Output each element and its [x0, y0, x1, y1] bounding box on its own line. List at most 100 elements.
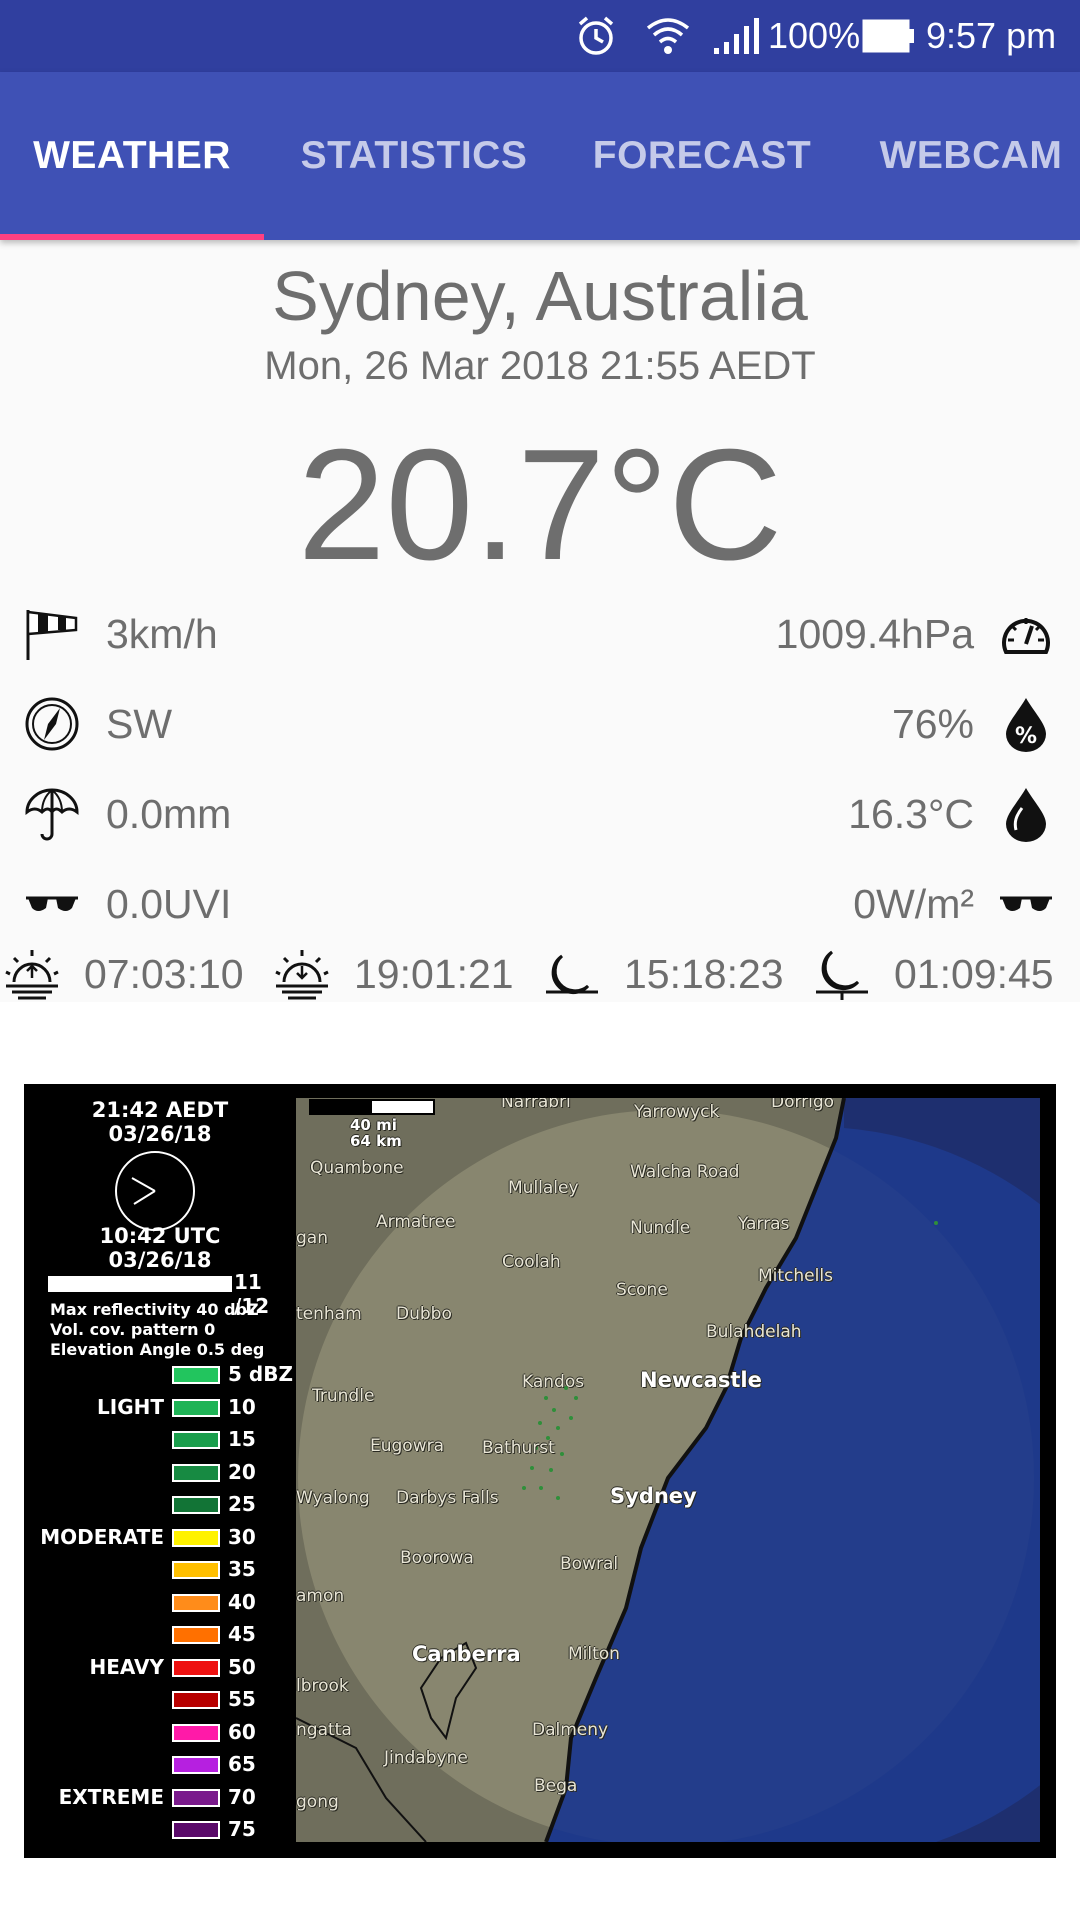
moonrise-time: 15:18:23	[624, 951, 784, 997]
legend-value: 30	[228, 1524, 256, 1549]
legend-swatch	[172, 1431, 220, 1449]
radar-utc-date: 03/26/18	[108, 1248, 212, 1272]
tab-weather[interactable]: WEATHER	[0, 72, 264, 240]
legend-value: 5 dBZ	[228, 1362, 293, 1386]
tab-statistics[interactable]: STATISTICS	[284, 72, 544, 240]
legend-swatch	[172, 1626, 220, 1644]
sunglasses-icon	[1000, 896, 1052, 911]
radar-vol-cov: Vol. cov. pattern 0	[50, 1320, 216, 1339]
radar-local-date: 03/26/18	[108, 1122, 212, 1146]
sunrise-time: 07:03:10	[84, 951, 244, 997]
map-place-label: Narrabri	[501, 1098, 571, 1112]
radar-frame-bar	[48, 1276, 232, 1292]
map-place-label: Mitchells	[758, 1266, 833, 1286]
map-place-label: Bulahdelah	[706, 1322, 802, 1342]
radar-clock-icon	[115, 1151, 195, 1231]
map-place-label: ngatta	[296, 1720, 352, 1740]
map-place-label: Eugowra	[370, 1436, 445, 1456]
map-place-label: Quambone	[310, 1158, 404, 1178]
moonset-icon	[816, 950, 868, 1000]
umbrella-icon	[25, 788, 79, 841]
radar-elevation: Elevation Angle 0.5 deg	[50, 1340, 265, 1359]
tab-indicator	[0, 234, 264, 240]
windsock-icon	[26, 610, 78, 660]
radar-image[interactable]: 21:42 AEDT 03/26/18 10:42 UTC 03/26/18 1…	[24, 1084, 1056, 1858]
temperature: 20.7°C	[297, 417, 783, 593]
radar-max-reflectivity: Max reflectivity 40 dbZ	[50, 1300, 259, 1319]
map-place-label: Boorowa	[400, 1548, 474, 1568]
dew-drop-icon	[1006, 788, 1046, 842]
legend-value: 40	[228, 1589, 256, 1614]
radar-map-graphic	[296, 1098, 1040, 1842]
map-place-label: gong	[296, 1792, 339, 1812]
legend-swatch	[172, 1496, 220, 1514]
legend-value: 35	[228, 1557, 256, 1581]
compass-icon	[25, 697, 79, 751]
legend-swatch	[172, 1528, 220, 1547]
status-bar: 100% 9:57 pm	[0, 0, 1080, 72]
radar-utc-time: 10:42 UTC	[99, 1224, 221, 1248]
legend-category: HEAVY	[89, 1654, 164, 1679]
row-uv-solar: 0.0UVI 0W/m²	[0, 864, 1080, 944]
map-place-label: Jindabyne	[384, 1748, 468, 1768]
signal-icon	[712, 0, 760, 72]
sunglasses-icon	[26, 896, 78, 911]
map-place-label: Yarras	[738, 1214, 790, 1234]
radar-legend: 21:42 AEDT 03/26/18 10:42 UTC 03/26/18 1…	[24, 1084, 296, 1858]
tab-forecast[interactable]: FORECAST	[576, 72, 828, 240]
map-place-label: Mullaley	[508, 1178, 579, 1198]
legend-swatch	[172, 1561, 220, 1579]
sun-moon-row: 07:03:10 19:01:21 15:18:23 01:09:45	[0, 946, 1080, 1002]
humidity-drop-icon: %	[1006, 698, 1046, 752]
gauge-icon	[1002, 618, 1050, 654]
radar-local-time: 21:42 AEDT	[91, 1098, 229, 1122]
uv-index: 0.0UVI	[106, 881, 232, 927]
svg-text:%: %	[1015, 724, 1037, 749]
map-place-label: Bega	[534, 1776, 578, 1796]
map-place-label: Sydney	[610, 1484, 697, 1508]
tab-webcam[interactable]: WEBCAM	[862, 72, 1080, 240]
map-place-label: tenham	[296, 1304, 362, 1324]
legend-swatch	[172, 1366, 220, 1384]
map-place-label: Dubbo	[396, 1304, 452, 1324]
map-place-label: amon	[296, 1586, 345, 1606]
map-place-label: Dorrigo	[771, 1098, 835, 1112]
map-place-label: Newcastle	[640, 1368, 762, 1392]
legend-category: LIGHT	[97, 1394, 164, 1419]
legend-swatch	[172, 1691, 220, 1709]
legend-value: 55	[228, 1687, 256, 1711]
map-place-label: Darbys Falls	[396, 1488, 499, 1508]
weather-panel: Sydney, Australia Mon, 26 Mar 2018 21:55…	[0, 240, 1080, 1002]
legend-value: 65	[228, 1752, 256, 1776]
sunset-time: 19:01:21	[354, 951, 514, 997]
row-rain-dewpoint: 0.0mm 16.3°C	[0, 774, 1080, 854]
dew-point: 16.3°C	[848, 791, 974, 837]
observation-datetime: Mon, 26 Mar 2018 21:55 AEDT	[264, 344, 816, 388]
map-place-label: lbrook	[296, 1676, 349, 1696]
map-place-label: Nundle	[630, 1218, 691, 1238]
legend-category: EXTREME	[58, 1784, 164, 1809]
map-place-label: Scone	[616, 1280, 668, 1300]
map-place-label: Milton	[568, 1644, 620, 1664]
legend-value: 75	[228, 1817, 256, 1841]
location-title: Sydney, Australia	[272, 257, 808, 335]
legend-value: 70	[228, 1784, 256, 1809]
map-place-label: Kandos	[522, 1372, 585, 1392]
legend-value: 50	[228, 1654, 256, 1679]
legend-value: 45	[228, 1622, 256, 1646]
tab-bar: WEATHER STATISTICS FORECAST WEBCAM	[0, 72, 1080, 240]
wind-direction: SW	[106, 701, 173, 747]
radar-map: 40 mi 64 km Narrabri Yarrowyck Dorrigo Quam…	[296, 1098, 1040, 1842]
legend-value: 10	[228, 1394, 256, 1419]
legend-value: 25	[228, 1492, 256, 1516]
legend-swatch	[172, 1593, 220, 1612]
legend-swatch	[172, 1658, 220, 1677]
map-place-label: gan	[296, 1228, 328, 1248]
legend-swatch	[172, 1788, 220, 1807]
legend-swatch	[172, 1756, 220, 1774]
sunrise-icon	[5, 950, 59, 1000]
alarm-icon	[574, 0, 618, 72]
row-direction-humidity: SW 76% %	[0, 684, 1080, 764]
moonset-time: 01:09:45	[894, 951, 1054, 997]
map-place-label: Bathurst	[482, 1438, 555, 1458]
